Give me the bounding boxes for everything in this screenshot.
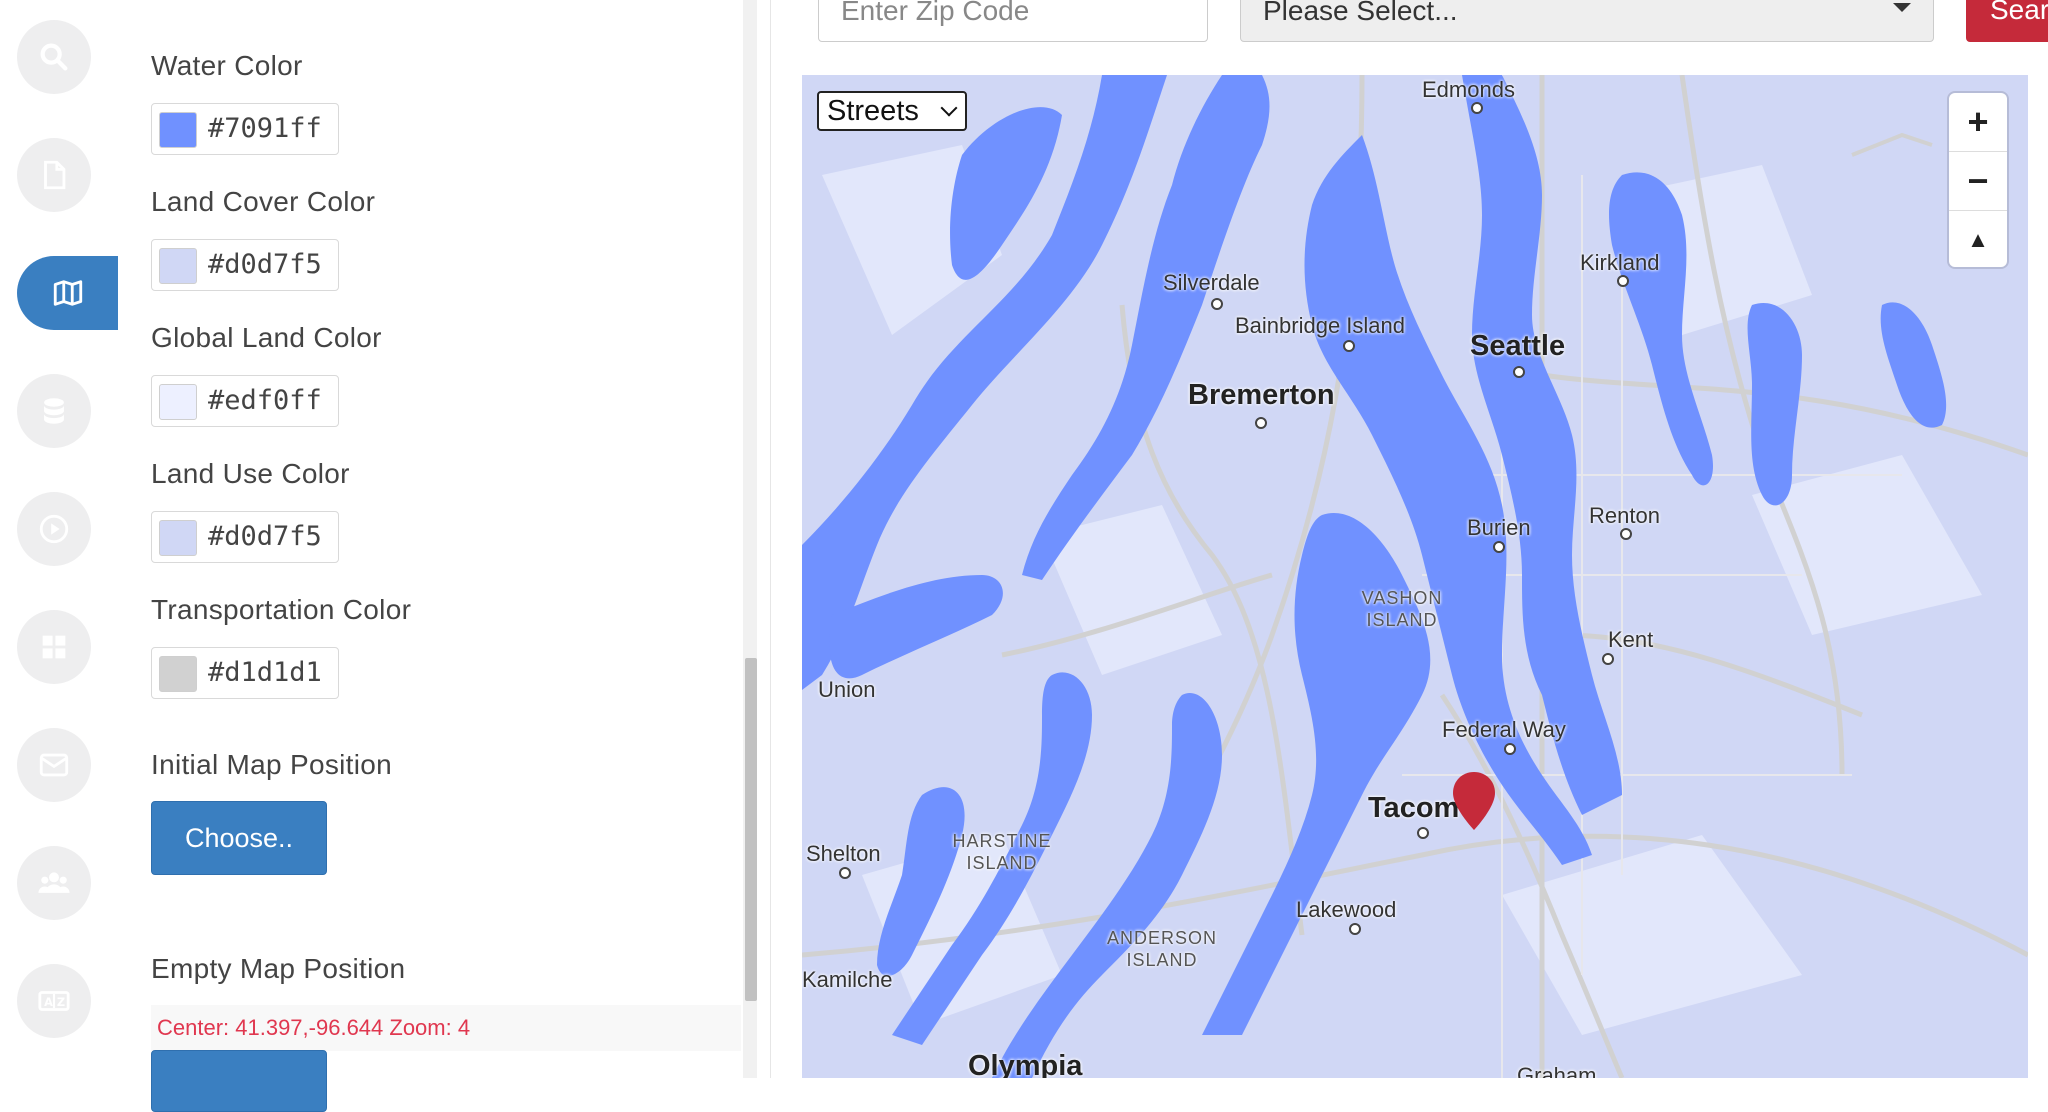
land-cover-color-swatch[interactable] bbox=[159, 248, 197, 284]
map-city-dot bbox=[1617, 275, 1629, 287]
map-label-shelton: Shelton bbox=[806, 841, 881, 866]
users-icon bbox=[38, 872, 70, 893]
mail-nav-button[interactable] bbox=[17, 728, 91, 802]
location-select-value: Please Select... bbox=[1263, 0, 1458, 26]
transportation-color-picker[interactable]: #d1d1d1 bbox=[151, 647, 339, 699]
map-city-dot bbox=[1349, 923, 1361, 935]
map-label-tacoma: Tacom bbox=[1368, 792, 1460, 824]
map-label-edmonds: Edmonds bbox=[1422, 77, 1515, 102]
map-city-dot bbox=[1620, 528, 1632, 540]
transportation-color-label: Transportation Color bbox=[151, 594, 412, 625]
mail-icon bbox=[39, 753, 69, 777]
global-land-color-picker[interactable]: #edf0ff bbox=[151, 375, 339, 427]
global-land-color-value[interactable]: #edf0ff bbox=[208, 385, 322, 416]
translate-icon: AZ bbox=[38, 991, 70, 1011]
map-label-seattle: Seattle bbox=[1470, 330, 1566, 362]
grid-icon bbox=[42, 635, 66, 659]
file-icon bbox=[44, 160, 66, 190]
search-icon bbox=[40, 43, 68, 71]
grid-nav-button[interactable] bbox=[17, 610, 91, 684]
map-label-bremerton: Bremerton bbox=[1188, 379, 1335, 411]
global-land-color-swatch[interactable] bbox=[159, 384, 197, 420]
map-settings-panel: Water Color #7091ff Land Cover Color #d0… bbox=[118, 0, 743, 1112]
reset-bearing-button[interactable]: ▲ bbox=[1949, 211, 2007, 269]
chevron-down-icon bbox=[940, 99, 958, 117]
map-label-renton: Renton bbox=[1589, 503, 1660, 528]
location-select[interactable]: Please Select... bbox=[1240, 0, 1934, 42]
map-zoom-control: + − ▲ bbox=[1949, 93, 2007, 267]
basemap-layer-value: Streets bbox=[827, 95, 919, 127]
search-nav-button[interactable] bbox=[17, 20, 91, 94]
map-label-kamilche: Kamilche bbox=[802, 967, 893, 992]
map-city-dot bbox=[1602, 653, 1614, 665]
choose-initial-position-button[interactable]: Choose.. bbox=[151, 801, 327, 875]
play-nav-button[interactable] bbox=[17, 492, 91, 566]
map-label-graham: Graham bbox=[1517, 1063, 1597, 1078]
map-canvas[interactable]: Streets + − ▲ Edmonds Silverdale Bainbri… bbox=[802, 75, 2028, 1078]
map-city-dot bbox=[1417, 827, 1429, 839]
land-use-color-picker[interactable]: #d0d7f5 bbox=[151, 511, 339, 563]
map-label-vashon-island: VASHON ISLAND bbox=[1361, 588, 1443, 630]
map-city-dot bbox=[1211, 298, 1223, 310]
map-nav-button[interactable] bbox=[17, 256, 118, 330]
map-label-federal-way: Federal Way bbox=[1442, 717, 1566, 742]
map-label-olympia: Olympia bbox=[968, 1050, 1083, 1078]
land-use-color-label: Land Use Color bbox=[151, 458, 350, 489]
empty-map-center-text: Center: 41.397,-96.644 Zoom: 4 bbox=[151, 1005, 741, 1051]
zip-code-input[interactable]: Enter Zip Code bbox=[818, 0, 1208, 42]
chevron-down-icon bbox=[1893, 3, 1911, 12]
global-land-color-label: Global Land Color bbox=[151, 322, 382, 353]
panel-scrollbar-thumb[interactable] bbox=[745, 658, 757, 1001]
map-city-dot bbox=[1255, 417, 1267, 429]
icon-rail: AZ bbox=[0, 0, 119, 1078]
water-color-value[interactable]: #7091ff bbox=[208, 113, 322, 144]
map-marker-pin-icon[interactable] bbox=[1450, 770, 1498, 832]
map-city-dot bbox=[839, 867, 851, 879]
land-cover-color-value[interactable]: #d0d7f5 bbox=[208, 249, 322, 280]
map-label-kirkland: Kirkland bbox=[1580, 250, 1660, 275]
zoom-out-button[interactable]: − bbox=[1949, 152, 2007, 211]
database-icon bbox=[44, 398, 64, 424]
land-cover-color-picker[interactable]: #d0d7f5 bbox=[151, 239, 339, 291]
water-color-label: Water Color bbox=[151, 50, 303, 81]
map-city-dot bbox=[1343, 340, 1355, 352]
map-label-burien: Burien bbox=[1467, 515, 1531, 540]
map-label-kent: Kent bbox=[1608, 627, 1654, 652]
map-label-silverdale: Silverdale bbox=[1163, 270, 1260, 295]
users-nav-button[interactable] bbox=[17, 846, 91, 920]
svg-text:A: A bbox=[44, 995, 53, 1009]
map-label-bainbridge-island: Bainbridge Island bbox=[1235, 313, 1406, 338]
map-city-dot bbox=[1471, 102, 1483, 114]
map-city-dot bbox=[1513, 366, 1525, 378]
water-color-picker[interactable]: #7091ff bbox=[151, 103, 339, 155]
map-icon bbox=[53, 280, 82, 306]
map-city-dot bbox=[1493, 541, 1505, 553]
land-cover-color-label: Land Cover Color bbox=[151, 186, 376, 217]
file-nav-button[interactable] bbox=[17, 138, 91, 212]
initial-map-position-label: Initial Map Position bbox=[151, 749, 393, 780]
land-use-color-swatch[interactable] bbox=[159, 520, 197, 556]
map-water-layer bbox=[802, 75, 2028, 1078]
map-city-dot bbox=[1504, 743, 1516, 755]
search-button[interactable]: Sear bbox=[1966, 0, 2048, 42]
database-nav-button[interactable] bbox=[17, 374, 91, 448]
water-color-swatch[interactable] bbox=[159, 112, 197, 148]
map-label-harstine-island: HARSTINE ISLAND bbox=[952, 831, 1052, 873]
zoom-in-button[interactable]: + bbox=[1949, 93, 2007, 152]
basemap-layer-select[interactable]: Streets bbox=[817, 91, 967, 131]
play-icon bbox=[39, 514, 69, 544]
transportation-color-value[interactable]: #d1d1d1 bbox=[208, 657, 322, 688]
map-label-lakewood: Lakewood bbox=[1296, 897, 1397, 922]
choose-empty-position-button[interactable] bbox=[151, 1050, 327, 1112]
map-label-union: Union bbox=[818, 677, 876, 702]
map-label-anderson-island: ANDERSON ISLAND bbox=[1106, 928, 1217, 970]
svg-text:Z: Z bbox=[57, 995, 65, 1009]
translate-nav-button[interactable]: AZ bbox=[17, 964, 91, 1038]
transportation-color-swatch[interactable] bbox=[159, 656, 197, 692]
land-use-color-value[interactable]: #d0d7f5 bbox=[208, 521, 322, 552]
empty-map-position-label: Empty Map Position bbox=[151, 953, 406, 984]
